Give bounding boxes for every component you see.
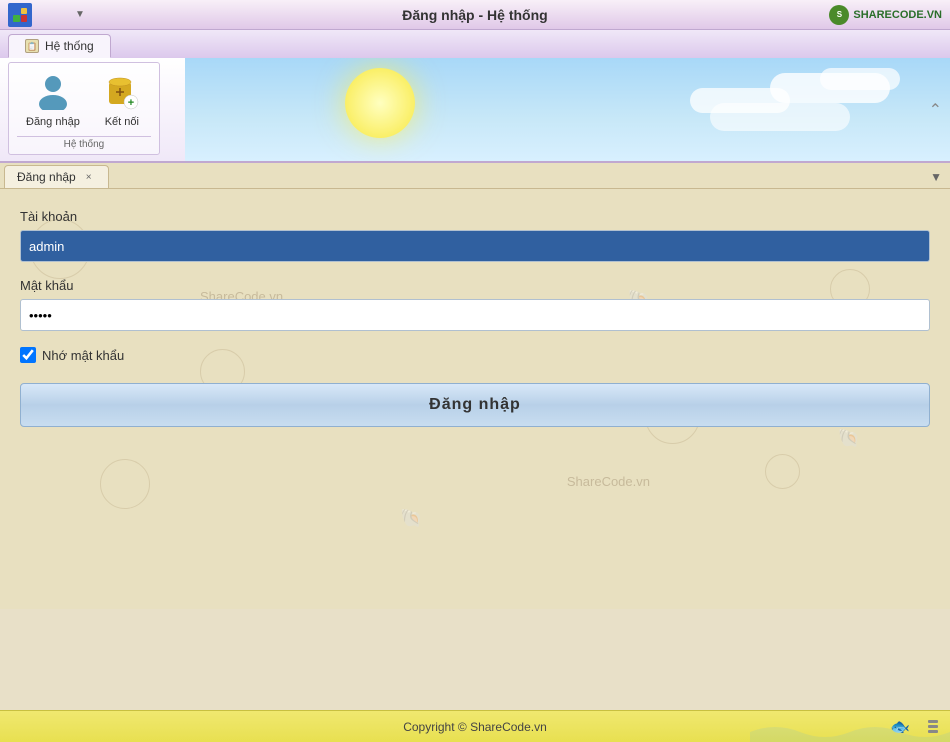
quick-access-toolbar: ▼ <box>70 5 90 25</box>
password-label: Mật khẩu <box>20 278 930 293</box>
ribbon-tab-bar: 📋 Hệ thống <box>0 30 950 58</box>
footer-copyright: Copyright © ShareCode.vn <box>403 720 547 734</box>
remember-row: Nhớ mật khẩu <box>20 347 930 363</box>
window-title: Đăng nhập - Hệ thống <box>402 7 547 23</box>
content-tab-label: Đăng nhập <box>17 170 76 184</box>
title-bar: ▼ Đăng nhập - Hệ thống S SHARECODE.VN <box>0 0 950 30</box>
ribbon: 📋 Hệ thống <box>0 30 950 163</box>
scene-background <box>185 58 950 161</box>
cloud-4 <box>710 103 850 131</box>
tab-dropdown-arrow[interactable]: ▼ <box>930 170 942 184</box>
ribbon-tab-he-thong[interactable]: 📋 Hệ thống <box>8 34 111 58</box>
app-logo <box>8 3 32 27</box>
ribbon-btn-login[interactable]: Đăng nhập <box>17 67 89 134</box>
bubble-4 <box>765 454 800 489</box>
login-button[interactable]: Đăng nhập <box>20 383 930 427</box>
login-icon <box>33 72 73 112</box>
ribbon-group-he-thong: Đăng nhập + <box>8 62 160 155</box>
login-area: 🐚 🐚 🐚 ShareCode.vn ShareCode.vn Tài khoả… <box>0 189 950 609</box>
watermark-2: ShareCode.vn <box>567 474 650 489</box>
sharecode-icon: S <box>829 5 849 25</box>
shell-2: 🐚 <box>400 508 422 529</box>
content-tab-close[interactable]: × <box>82 170 96 184</box>
account-input[interactable] <box>20 230 930 262</box>
footer-bar: Copyright © ShareCode.vn 🐟 <box>0 710 950 742</box>
content-tab-strip: Đăng nhập × ▼ <box>0 163 950 189</box>
cloud-2 <box>820 68 900 90</box>
svg-text:+: + <box>128 97 134 109</box>
ribbon-group-label: Hệ thống <box>17 136 151 150</box>
ribbon-buttons: Đăng nhập + <box>17 67 151 134</box>
footer-dots <box>924 716 942 737</box>
quick-access-btn[interactable]: ▼ <box>70 5 90 25</box>
tab-icon: 📋 <box>25 39 39 53</box>
connect-icon: + <box>102 72 142 112</box>
sharecode-branding: S SHARECODE.VN <box>829 5 942 25</box>
account-label: Tài khoản <box>20 209 930 224</box>
ribbon-collapse-btn[interactable]: ⌃ <box>929 100 942 120</box>
ribbon-btn-login-label: Đăng nhập <box>26 116 80 129</box>
ribbon-btn-connect[interactable]: + Kết nối <box>93 67 151 134</box>
content-tab-dang-nhap[interactable]: Đăng nhập × <box>4 165 109 188</box>
shell-1: 🐚 <box>838 428 860 449</box>
login-form: Tài khoản Mật khẩu Nhớ mật khẩu Đăng nhậ… <box>20 209 930 427</box>
ribbon-content: Đăng nhập + <box>0 58 950 161</box>
sun-decoration <box>345 68 415 138</box>
bubble-3 <box>100 459 150 509</box>
wave-decoration <box>750 722 950 742</box>
remember-label: Nhớ mật khẩu <box>42 348 124 363</box>
sharecode-label: SHARECODE.VN <box>853 9 942 21</box>
ribbon-tab-label: Hệ thống <box>45 39 94 53</box>
remember-checkbox[interactable] <box>20 347 36 363</box>
ribbon-btn-connect-label: Kết nối <box>105 116 139 129</box>
password-input[interactable] <box>20 299 930 331</box>
